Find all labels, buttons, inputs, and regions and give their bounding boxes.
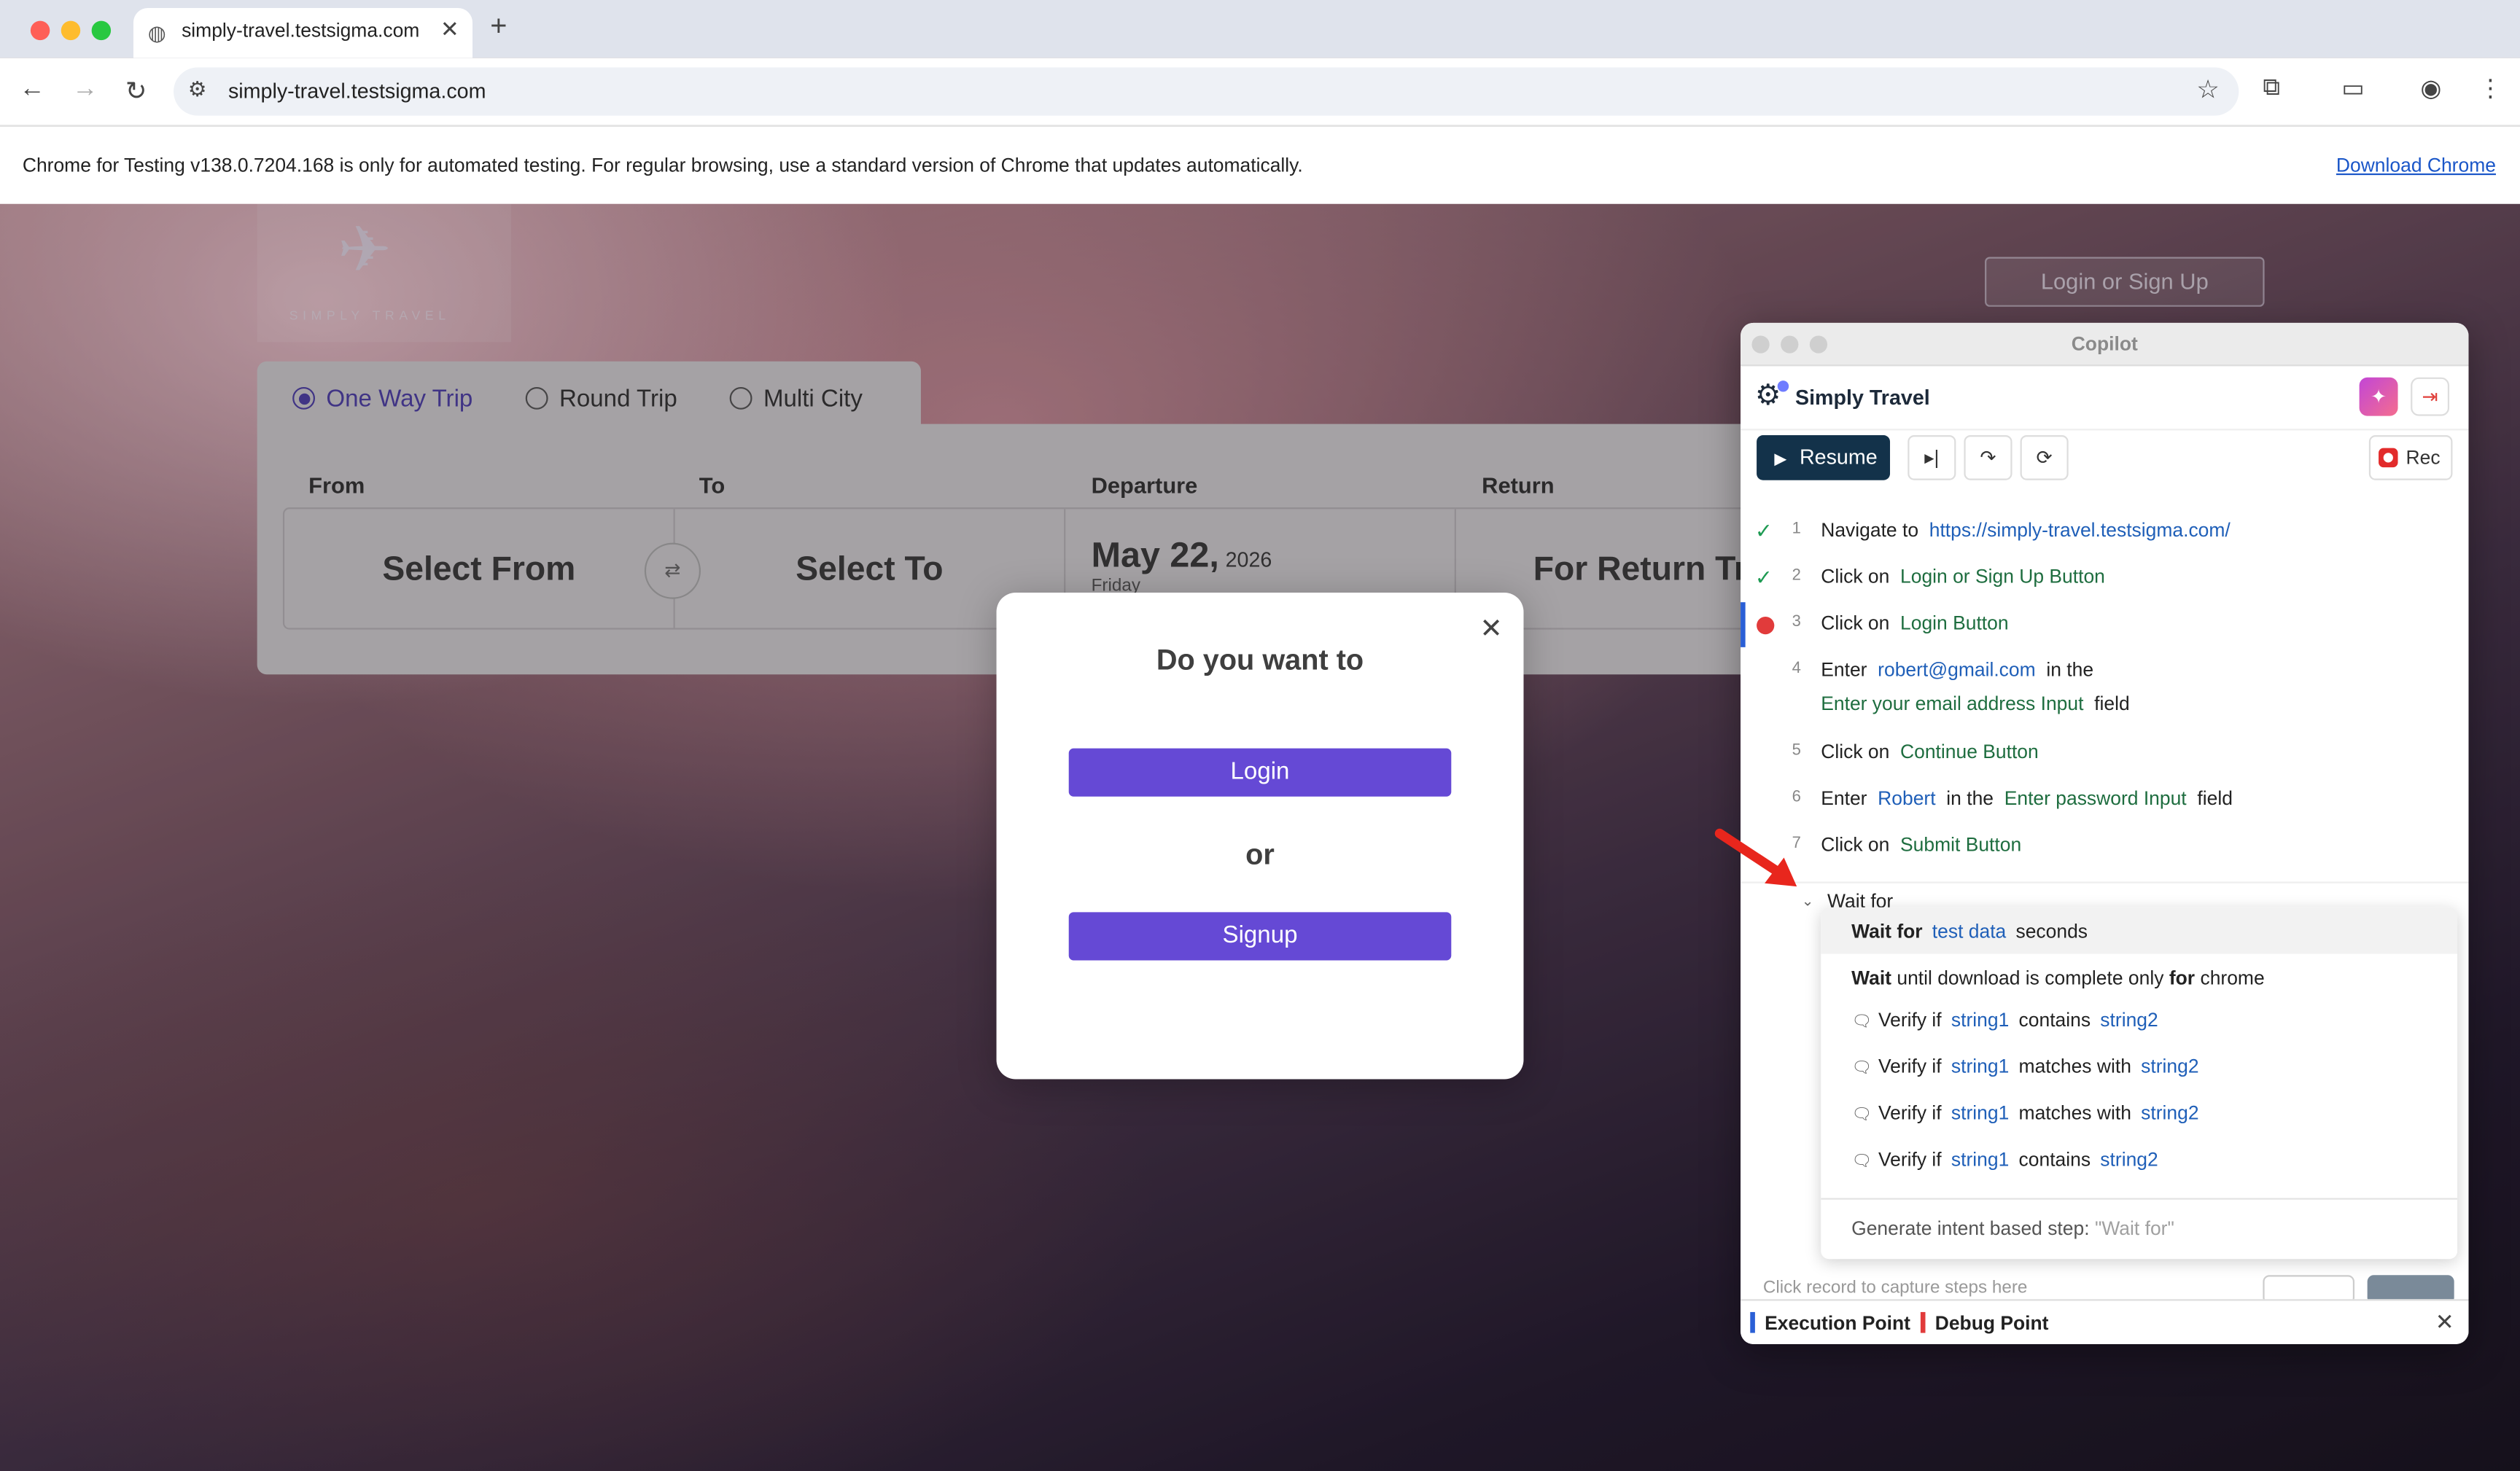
generate-intent-option[interactable]: Generate intent based step: "Wait for" [1851, 1217, 2174, 1240]
debug-color-swatch [1920, 1311, 1926, 1333]
copilot-header: ⚙ Simply Travel ✦ ⇥ [1741, 364, 2469, 431]
redo-step-icon[interactable]: ↷ [1964, 435, 2012, 480]
replay-icon[interactable]: ⟳ [2020, 435, 2069, 480]
tab-title: simply-travel.testsigma.com [182, 19, 420, 42]
modal-title: Do you want to [1156, 644, 1364, 676]
suggestion-item[interactable]: Wait for test data seconds [1821, 907, 2458, 954]
comment-icon: 🗨 [1851, 1013, 1872, 1031]
record-hint-row: Click record to capture steps here [1741, 1271, 2468, 1304]
suggestion-divider [1821, 1198, 2458, 1200]
close-icon[interactable]: ✕ [1479, 614, 1502, 646]
ai-assistant-icon[interactable]: ✦ [2359, 377, 2398, 416]
copilot-controls: ▶ Resume ▸| ↷ ⟳ Rec [1741, 429, 2468, 493]
breakpoint-icon[interactable] [1757, 616, 1775, 635]
back-icon[interactable]: ← [19, 76, 44, 105]
new-tab-icon[interactable]: + [490, 9, 507, 43]
comment-icon: 🗨 [1851, 1060, 1872, 1078]
maximize-window-button[interactable] [91, 20, 112, 41]
project-gear-icon: ⚙ [1755, 379, 1789, 413]
step-url[interactable]: https://simply-travel.testsigma.com/ [1929, 519, 2231, 542]
close-legend-icon[interactable]: ✕ [2435, 1309, 2454, 1336]
modal-signup-button[interactable]: Signup [1068, 912, 1452, 961]
annotation-arrow-icon [1714, 828, 1797, 887]
copilot-title: Copilot [2071, 332, 2138, 355]
point-legend: Execution Point Debug Point ✕ [1741, 1299, 2469, 1344]
address-url[interactable]: simply-travel.testsigma.com [228, 79, 486, 103]
auth-choice-modal: ✕ Do you want to Login or Signup [996, 592, 1524, 1080]
close-window-button[interactable] [30, 20, 50, 41]
exit-icon[interactable]: ⇥ [2411, 377, 2450, 416]
check-icon: ✓ [1754, 518, 1773, 543]
reload-icon[interactable]: ↻ [125, 76, 147, 108]
browser-toolbar: ← → ↻ ⚙ simply-travel.testsigma.com ☆ ⧉ … [0, 58, 2520, 125]
minimize-window-button[interactable] [61, 20, 81, 41]
bookmark-star-icon[interactable]: ☆ [2196, 74, 2220, 106]
download-chrome-link[interactable]: Download Chrome [2336, 154, 2496, 176]
close-tab-icon[interactable]: ✕ [440, 16, 459, 43]
execution-point-marker [1741, 602, 1746, 647]
check-icon: ✓ [1754, 565, 1773, 590]
record-button[interactable]: Rec [2368, 435, 2453, 480]
browser-tab[interactable]: ◍ simply-travel.testsigma.com ✕ [133, 8, 473, 58]
suggestion-item[interactable]: Wait until download is complete only for… [1821, 954, 2457, 1001]
step-over-icon[interactable]: ▸| [1908, 435, 1956, 480]
legend-debug-point: Debug Point [1920, 1311, 2049, 1335]
record-icon [2379, 448, 2398, 468]
comment-icon: 🗨 [1851, 1106, 1872, 1125]
forward-icon[interactable]: → [72, 76, 98, 105]
suggestion-dropdown: Wait for test data seconds Wait until down… [1821, 907, 2458, 1260]
address-bar[interactable]: ⚙ simply-travel.testsigma.com ☆ [174, 67, 2239, 116]
copilot-titlebar[interactable]: Copilot [1741, 322, 2469, 367]
suggestion-item[interactable]: 🗨 Verify if string1 contains string2 [1821, 1136, 2457, 1182]
site-info-icon[interactable]: ⚙ [188, 77, 207, 103]
record-hint: Click record to capture steps here [1762, 1278, 2028, 1298]
modal-login-button[interactable]: Login [1068, 748, 1452, 797]
cast-icon[interactable]: ▭ [2341, 74, 2364, 103]
extensions-icon[interactable]: ⧉ [2263, 74, 2280, 101]
comment-icon: 🗨 [1851, 1152, 1872, 1171]
copilot-panel: Copilot ⚙ Simply Travel ✦ ⇥ ▶ Resume ▸| ↷… [1741, 322, 2469, 1344]
modal-or-text: or [1245, 838, 1275, 871]
profile-icon[interactable]: ◉ [2420, 74, 2441, 103]
execution-color-swatch [1750, 1311, 1755, 1333]
project-name: Simply Travel [1794, 385, 1930, 410]
menu-icon[interactable]: ⋮ [2478, 74, 2502, 103]
legend-execution-point: Execution Point [1750, 1311, 1910, 1335]
automation-infobar: Chrome for Testing v138.0.7204.168 is on… [0, 125, 2520, 206]
suggestion-item[interactable]: 🗨 Verify if string1 matches with string2 [1821, 1042, 2457, 1089]
globe-icon: ◍ [147, 20, 166, 45]
tab-bar: ◍ simply-travel.testsigma.com ✕ + [0, 0, 2520, 58]
suggestion-item[interactable]: 🗨 Verify if string1 matches with string2 [1821, 1089, 2457, 1136]
infobar-message: Chrome for Testing v138.0.7204.168 is on… [22, 154, 1303, 177]
suggestion-item[interactable]: 🗨 Verify if string1 contains string2 [1821, 996, 2457, 1042]
play-icon: ▶ [1774, 451, 1787, 469]
resume-button[interactable]: ▶ Resume [1757, 435, 1891, 480]
